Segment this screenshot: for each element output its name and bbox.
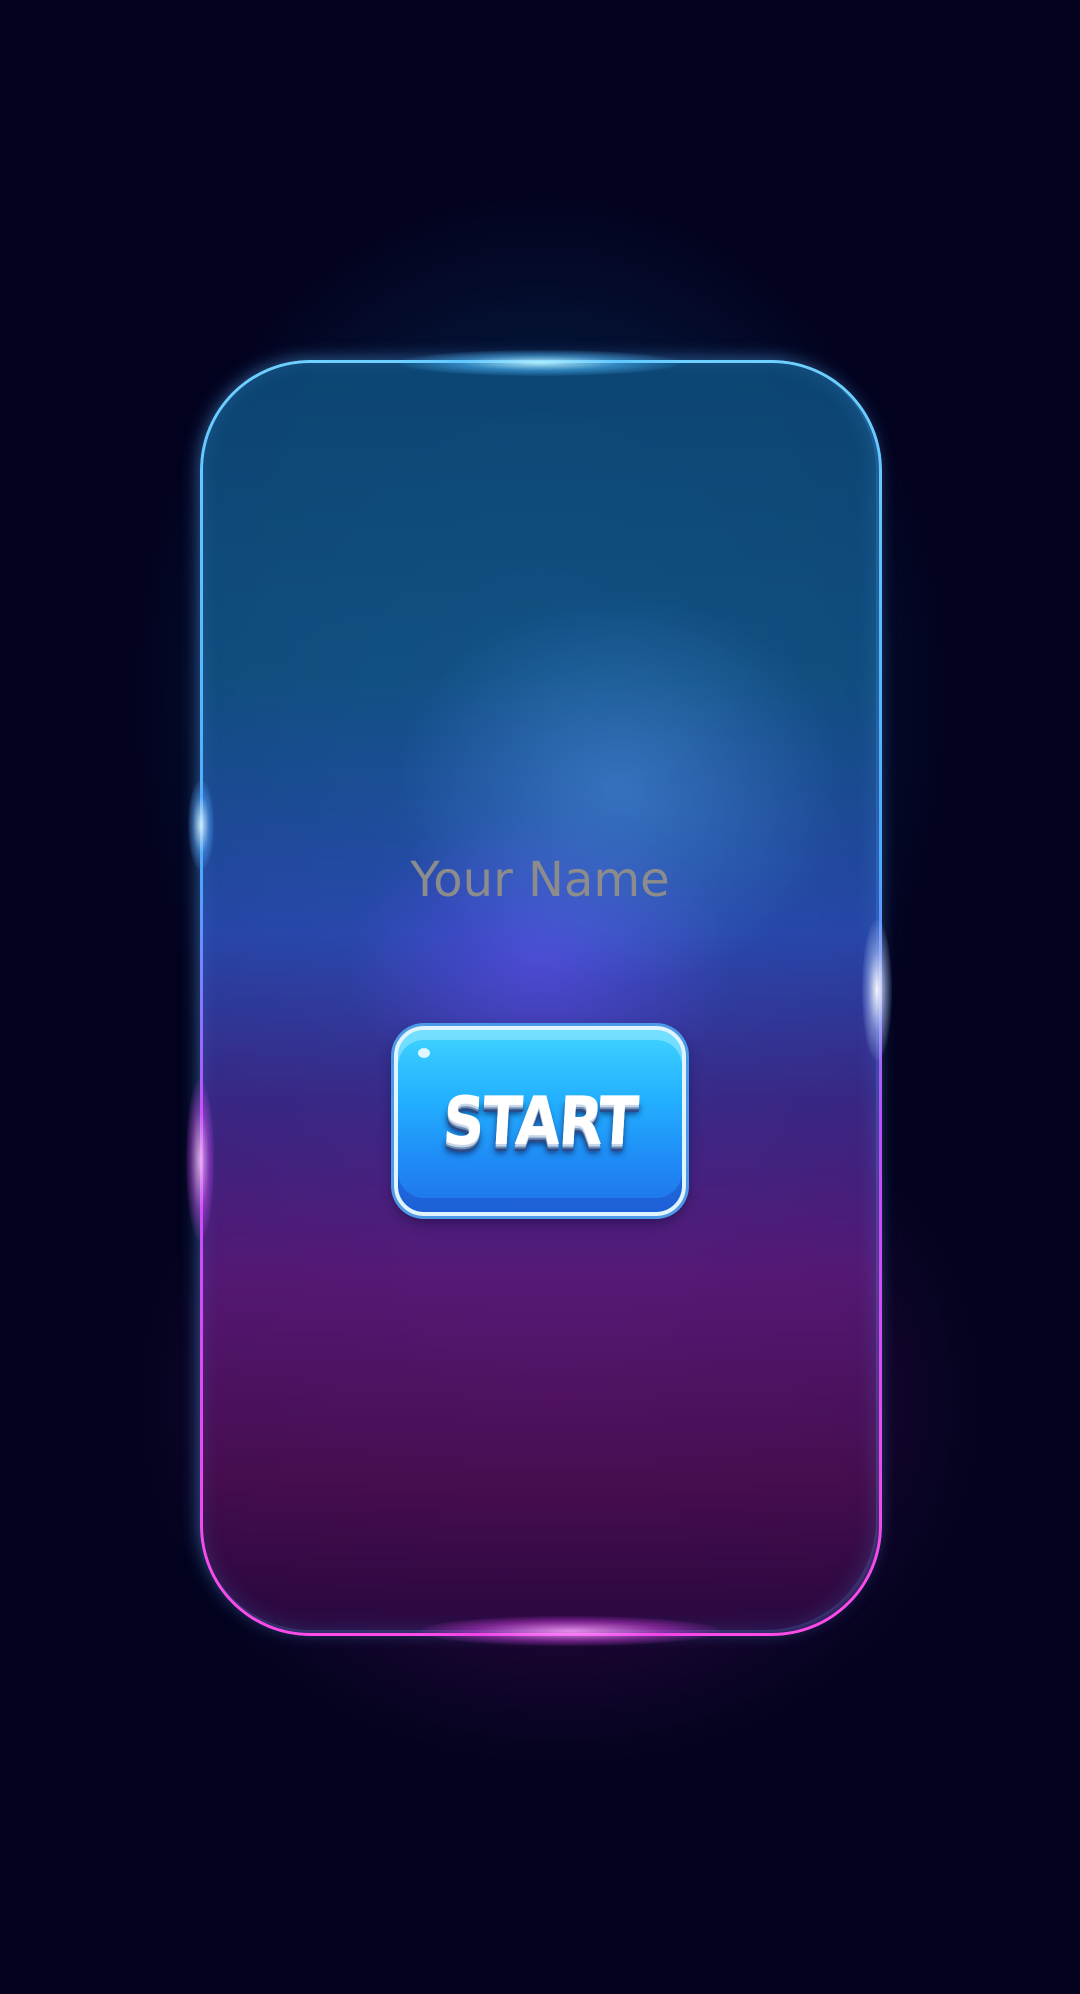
- start-button[interactable]: START: [394, 1026, 686, 1216]
- game-start-screen: START: [0, 0, 1080, 1994]
- start-button-label: START: [440, 1081, 640, 1161]
- player-name-input[interactable]: [340, 840, 740, 920]
- button-shine: [418, 1048, 430, 1058]
- neon-frame-border: [200, 360, 882, 1636]
